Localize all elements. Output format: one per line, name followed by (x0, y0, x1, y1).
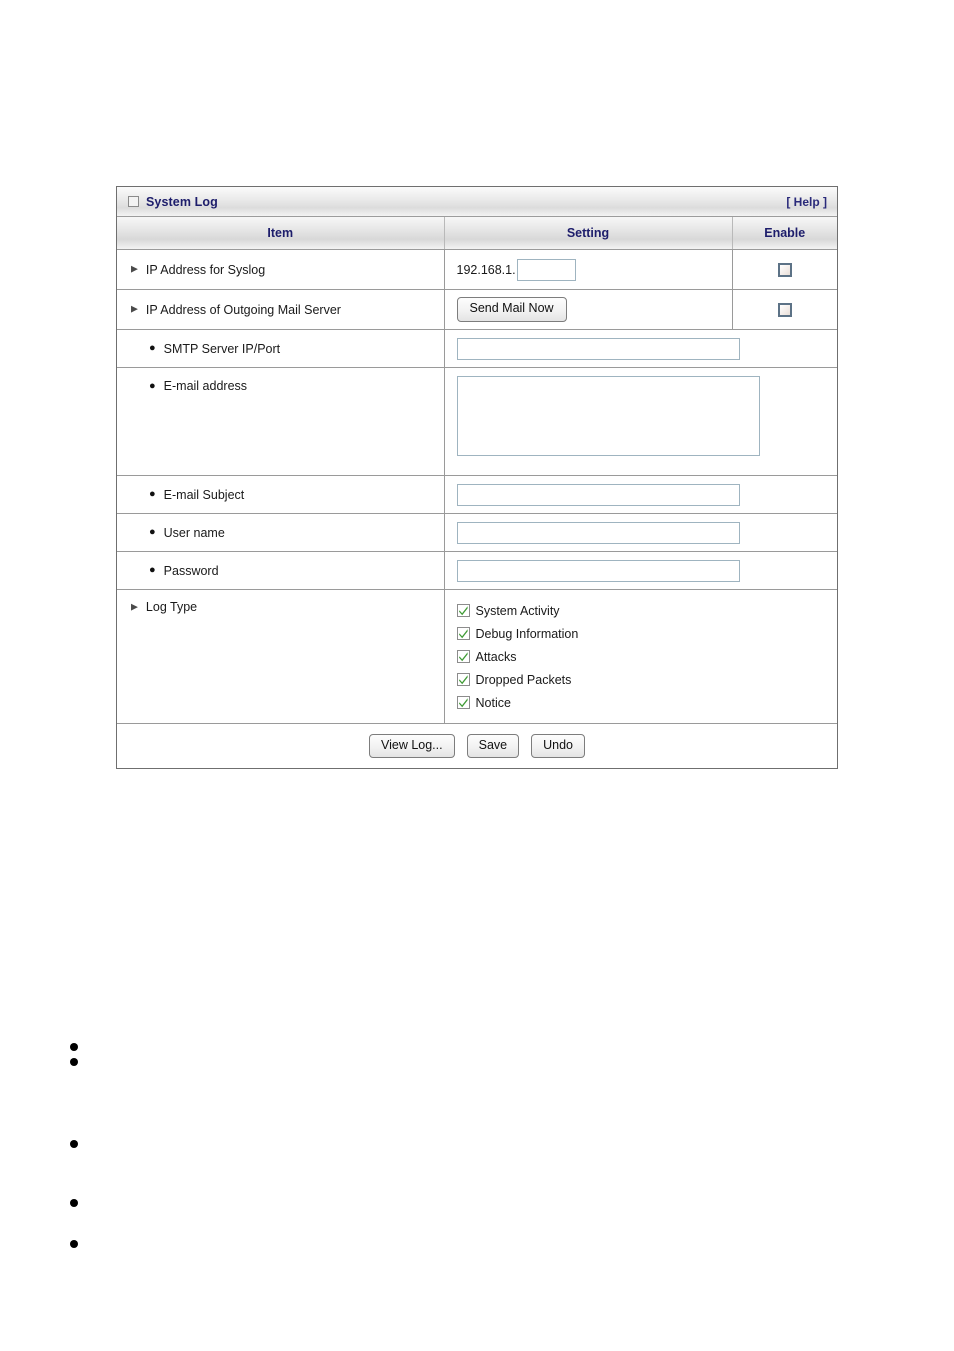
save-button[interactable]: Save (466, 733, 520, 759)
system-log-panel: System Log [ Help ] Item Setting Enable … (116, 186, 838, 769)
list-item-bullet (70, 1140, 78, 1148)
email-subject-input[interactable] (456, 483, 740, 506)
table-row: ● E-mail Subject (117, 475, 837, 514)
row-setting-cell-password (444, 551, 837, 590)
row-setting-cell-email-address (444, 367, 837, 476)
log-type-label: Notice (475, 695, 511, 710)
system-log-table: Item Setting Enable ▶ IP Address for Sys… (117, 217, 837, 723)
row-setting-cell-syslog-ip: 192.168.1. (444, 249, 733, 290)
triangle-right-icon: ▶ (131, 263, 138, 274)
row-setting-cell-mail-server: Send Mail Now (444, 289, 733, 330)
column-header-enable: Enable (732, 217, 837, 250)
log-type-checkbox-list: System Activity Debug Information Attacks D… (456, 590, 838, 723)
panel-titlebar: System Log [ Help ] (117, 187, 837, 217)
log-type-option[interactable]: Attacks (456, 645, 838, 668)
item-row: ● User name (131, 526, 444, 540)
item-row: ▶ IP Address of Outgoing Mail Server (131, 303, 444, 317)
table-row: ▶ IP Address for Syslog 192.168.1. (117, 249, 837, 290)
log-type-option[interactable]: Notice (456, 691, 838, 714)
item-row: ● Password (131, 564, 444, 578)
checkbox-checked-icon[interactable] (456, 604, 470, 617)
list-item-bullet (70, 1058, 78, 1066)
triangle-right-icon: ▶ (131, 601, 138, 611)
undo-button[interactable]: Undo (531, 733, 585, 759)
log-type-option[interactable]: Dropped Packets (456, 668, 838, 691)
list-item-bullet (70, 1043, 78, 1051)
panel-footer: View Log... Save Undo (117, 723, 837, 768)
send-mail-now-button[interactable]: Send Mail Now (456, 297, 567, 322)
log-type-label: System Activity (475, 603, 560, 618)
table-body: ▶ IP Address for Syslog 192.168.1. ▶ IP … (117, 249, 838, 723)
ip-address-group: 192.168.1. (456, 258, 732, 281)
bullet-icon: ● (149, 488, 156, 500)
row-setting-cell-username (444, 513, 837, 552)
row-label-cell-smtp: ● SMTP Server IP/Port (117, 329, 445, 368)
table-header-row: Item Setting Enable (117, 217, 837, 250)
checkbox-checked-icon[interactable] (456, 627, 470, 640)
ip-prefix-label: 192.168.1. (456, 262, 516, 277)
panel-title-group: System Log (128, 195, 218, 209)
bullet-icon: ● (149, 526, 156, 538)
item-label: User name (163, 525, 225, 540)
password-input[interactable] (456, 559, 740, 582)
column-header-item: Item (117, 217, 445, 250)
column-header-setting: Setting (444, 217, 733, 250)
checkbox-checked-icon[interactable] (456, 696, 470, 709)
row-label-cell-email-address: ● E-mail address (117, 367, 445, 476)
row-label-cell-syslog-ip: ▶ IP Address for Syslog (117, 249, 445, 290)
table-header: Item Setting Enable (117, 217, 837, 250)
list-item-bullet (70, 1199, 78, 1207)
log-type-label: Attacks (475, 649, 517, 664)
view-log-button[interactable]: View Log... (368, 733, 455, 759)
smtp-server-input[interactable] (456, 337, 740, 360)
checkbox-checked-icon[interactable] (456, 673, 470, 686)
triangle-right-icon: ▶ (131, 303, 138, 314)
log-type-option[interactable]: Debug Information (456, 622, 838, 645)
item-label: Password (163, 563, 219, 578)
page-title: System Log (146, 194, 218, 209)
log-type-option[interactable]: System Activity (456, 599, 838, 622)
checkbox-checked-icon[interactable] (456, 650, 470, 663)
item-row: ● E-mail address (131, 379, 444, 393)
row-enable-cell-syslog-ip (732, 249, 837, 290)
item-label: Log Type (145, 600, 198, 614)
square-icon (128, 196, 139, 207)
syslog-ip-input[interactable] (516, 258, 576, 281)
bullet-icon: ● (149, 564, 156, 576)
enable-checkbox-mail-server[interactable] (777, 302, 792, 317)
log-type-label: Debug Information (475, 626, 579, 641)
table-row: ● E-mail address (117, 367, 837, 476)
email-address-textarea[interactable] (456, 376, 760, 456)
bullet-icon: ● (149, 342, 156, 354)
row-label-cell-email-subject: ● E-mail Subject (117, 475, 445, 514)
item-row: ▶ IP Address for Syslog (131, 263, 444, 277)
table-row: ● SMTP Server IP/Port (117, 329, 837, 368)
row-label-cell-mail-server: ▶ IP Address of Outgoing Mail Server (117, 289, 445, 330)
item-label: E-mail Subject (163, 487, 245, 502)
table-row: ▶ Log Type System Activity Debug Informat… (117, 589, 838, 723)
list-item-bullet (70, 1240, 78, 1248)
username-input[interactable] (456, 521, 740, 544)
log-type-label: Dropped Packets (475, 672, 572, 687)
table-row: ● Password (117, 551, 837, 590)
bullet-icon: ● (149, 379, 156, 392)
item-label: E-mail address (163, 379, 248, 393)
row-label-cell-password: ● Password (117, 551, 445, 590)
item-row: ▶ Log Type (131, 600, 444, 614)
help-link[interactable]: [ Help ] (786, 195, 827, 209)
item-row: ● E-mail Subject (131, 488, 444, 502)
enable-checkbox-syslog[interactable] (777, 262, 792, 277)
row-setting-cell-log-type: System Activity Debug Information Attacks D… (444, 589, 838, 723)
table-row: ● User name (117, 513, 837, 552)
item-label: SMTP Server IP/Port (163, 341, 281, 356)
row-label-cell-log-type: ▶ Log Type (117, 589, 445, 723)
row-setting-cell-email-subject (444, 475, 837, 514)
item-row: ● SMTP Server IP/Port (131, 342, 444, 356)
item-label: IP Address of Outgoing Mail Server (145, 302, 341, 317)
row-setting-cell-smtp (444, 329, 837, 368)
row-enable-cell-mail-server (732, 289, 837, 330)
table-row: ▶ IP Address of Outgoing Mail Server Sen… (117, 289, 837, 330)
item-label: IP Address for Syslog (145, 262, 266, 277)
row-label-cell-username: ● User name (117, 513, 445, 552)
